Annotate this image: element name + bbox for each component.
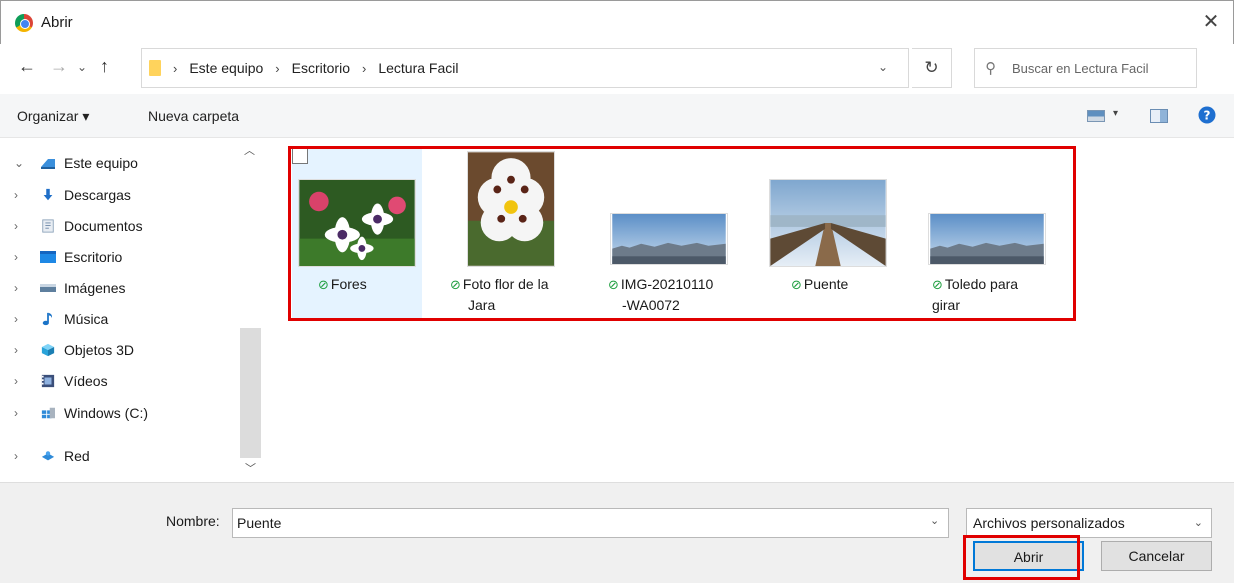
videos-icon xyxy=(41,374,55,388)
breadcrumb-separator[interactable]: › xyxy=(362,61,366,76)
file-name-dropdown-icon[interactable]: ⌄ xyxy=(930,514,939,527)
address-dropdown-icon[interactable]: ⌄ xyxy=(878,60,888,74)
sidebar-item-objetos-3d[interactable]: › Objetos 3D xyxy=(0,335,240,365)
collapse-chevron-icon[interactable]: ⌄ xyxy=(14,156,24,170)
search-input[interactable]: ⚲ Buscar en Lectura Facil xyxy=(974,48,1197,88)
sidebar-item-videos[interactable]: › Vídeos xyxy=(0,366,240,396)
scroll-up-icon[interactable]: ︿ xyxy=(244,142,255,158)
sidebar-item-musica[interactable]: › Música xyxy=(0,304,240,334)
file-type-value: Archivos personalizados xyxy=(973,515,1125,531)
title-bar: Abrir ✕ xyxy=(0,0,1234,44)
breadcrumb-lectura-facil[interactable]: Lectura Facil xyxy=(378,60,458,76)
drive-icon xyxy=(41,407,55,419)
preview-pane-icon[interactable] xyxy=(1150,109,1168,123)
folder-icon xyxy=(149,60,161,76)
breadcrumb-este-equipo[interactable]: Este equipo xyxy=(189,60,263,76)
sidebar-item-label: Imágenes xyxy=(64,280,126,296)
scroll-thumb[interactable] xyxy=(240,328,261,458)
file-type-select[interactable]: Archivos personalizados ⌄ xyxy=(966,508,1212,538)
search-placeholder: Buscar en Lectura Facil xyxy=(1012,60,1149,76)
computer-icon xyxy=(41,159,55,169)
sidebar-item-label: Este equipo xyxy=(64,155,138,171)
view-dropdown-icon[interactable]: ▾ xyxy=(1113,108,1118,119)
sidebar-item-red[interactable]: › Red xyxy=(0,441,240,471)
network-icon xyxy=(41,451,55,461)
expand-chevron-icon[interactable]: › xyxy=(14,406,18,420)
sidebar-item-descargas[interactable]: › Descargas xyxy=(0,180,240,210)
command-bar: Organizar ▾ Nueva carpeta ▾ xyxy=(0,94,1234,138)
back-button[interactable]: ← xyxy=(18,56,36,77)
window-title: Abrir xyxy=(41,14,73,31)
sidebar-item-label: Documentos xyxy=(64,218,143,234)
expand-chevron-icon[interactable]: › xyxy=(14,188,18,202)
expand-chevron-icon[interactable]: › xyxy=(14,312,18,326)
documents-icon xyxy=(42,219,54,233)
sidebar-item-label: Objetos 3D xyxy=(64,342,135,358)
sidebar-item-este-equipo[interactable]: ⌄ Este equipo xyxy=(0,148,240,178)
forward-button[interactable]: → xyxy=(50,56,68,77)
svg-text:?: ? xyxy=(1204,109,1211,123)
cancel-button[interactable]: Cancelar xyxy=(1101,541,1212,571)
images-icon xyxy=(40,284,56,292)
refresh-button[interactable]: ↻ xyxy=(912,48,952,88)
sidebar-item-label: Red xyxy=(64,448,90,464)
view-mode-icon[interactable] xyxy=(1087,110,1105,122)
music-icon xyxy=(42,312,52,326)
sidebar-item-documentos[interactable]: › Documentos xyxy=(0,211,240,241)
sidebar-item-escritorio[interactable]: › Escritorio xyxy=(0,242,240,272)
sidebar-item-label: Descargas xyxy=(64,187,131,203)
sidebar-item-label: Windows (C:) xyxy=(64,405,149,421)
sidebar-item-label: Escritorio xyxy=(64,249,123,265)
sidebar-item-windows-c[interactable]: › Windows (C:) xyxy=(0,398,240,428)
expand-chevron-icon[interactable]: › xyxy=(14,449,18,463)
expand-chevron-icon[interactable]: › xyxy=(14,281,18,295)
file-name-label: Nombre: xyxy=(166,513,220,529)
scroll-down-icon[interactable]: ﹀ xyxy=(245,460,256,476)
sidebar-item-label: Música xyxy=(64,311,109,327)
search-icon: ⚲ xyxy=(985,60,996,77)
sidebar-item-imagenes[interactable]: › Imágenes xyxy=(0,273,240,303)
chrome-icon xyxy=(15,13,33,32)
chevron-down-icon[interactable]: ⌄ xyxy=(1194,509,1203,537)
expand-chevron-icon[interactable]: › xyxy=(14,343,18,357)
file-name-input[interactable]: Puente xyxy=(232,508,949,538)
highlight-annotation xyxy=(288,146,1076,321)
expand-chevron-icon[interactable]: › xyxy=(14,374,18,388)
desktop-icon xyxy=(40,251,56,263)
navigation-bar: ← → ⌄ ↑ › Este equipo › Escritorio › Lec… xyxy=(0,44,1234,94)
objects3d-icon xyxy=(41,343,55,357)
expand-chevron-icon[interactable]: › xyxy=(14,250,18,264)
organize-button[interactable]: Organizar ▾ xyxy=(17,108,89,125)
close-button[interactable]: ✕ xyxy=(1199,11,1223,35)
new-folder-button[interactable]: Nueva carpeta xyxy=(148,108,239,124)
up-button[interactable]: ↑ xyxy=(100,56,109,77)
expand-chevron-icon[interactable]: › xyxy=(14,219,18,233)
recent-locations-button[interactable]: ⌄ xyxy=(77,60,87,74)
sidebar-scrollbar[interactable]: ︿ ﹀ xyxy=(240,138,261,482)
breadcrumb-separator[interactable]: › xyxy=(275,61,279,76)
address-bar[interactable]: › Este equipo › Escritorio › Lectura Fac… xyxy=(141,48,909,88)
help-icon[interactable]: ? xyxy=(1198,106,1216,124)
navigation-pane: ⌄ Este equipo › Descargas › Documentos ›… xyxy=(0,138,262,482)
breadcrumb-separator: › xyxy=(173,60,178,76)
download-icon xyxy=(43,188,53,201)
sidebar-item-label: Vídeos xyxy=(64,373,108,389)
breadcrumb-escritorio[interactable]: Escritorio xyxy=(292,60,350,76)
open-button-highlight xyxy=(963,535,1080,580)
